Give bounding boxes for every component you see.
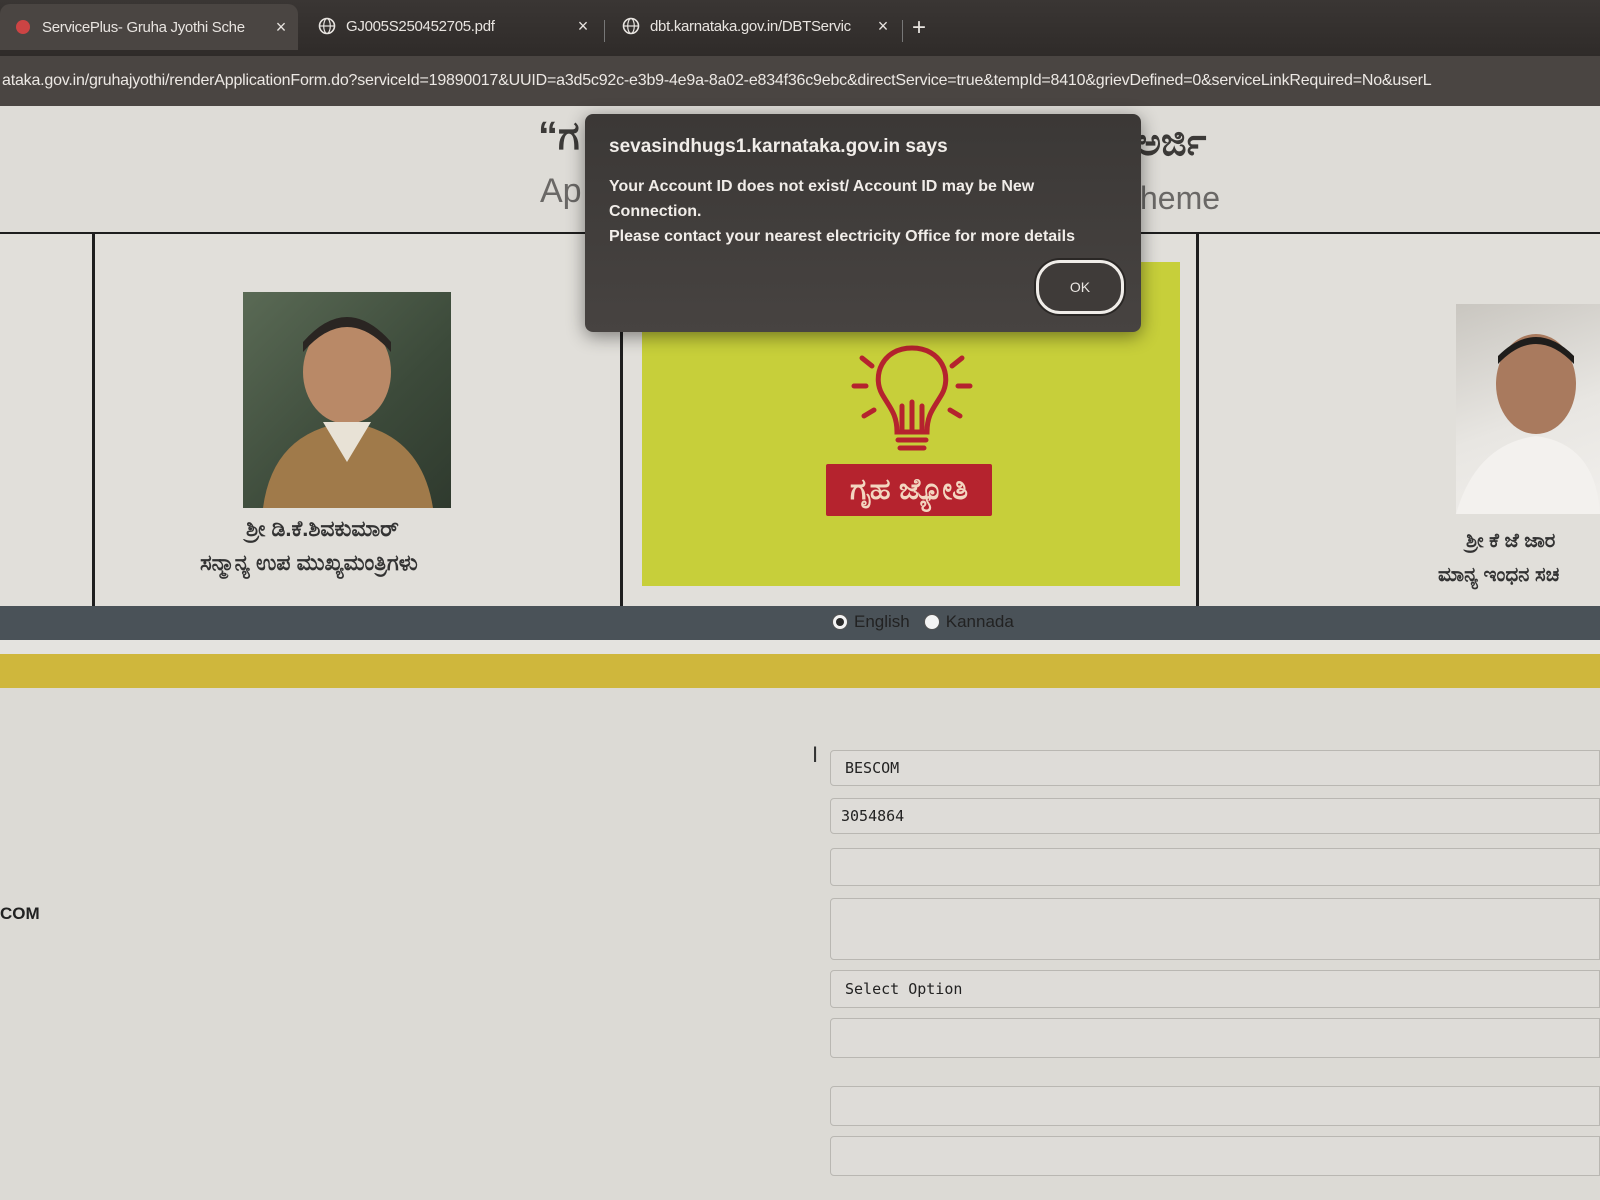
tab-pdf[interactable]: GJ005S250452705.pdf × [304,6,600,46]
ok-button[interactable]: OK [1036,260,1124,314]
tab-dbt[interactable]: dbt.karnataka.gov.in/DBTServic × [608,6,900,46]
radio-kannada-label: Kannada [945,612,1014,631]
escom-value: BESCOM [845,759,900,777]
minister-right-title: ಮಾನ್ಯ ಇಂಧನ ಸಚ [1438,564,1560,586]
new-tab-button[interactable]: + [912,14,926,42]
dialog-origin: sevasindhugs1.karnataka.gov.in says [609,136,948,157]
light-divider-band [0,640,1600,654]
minister-left-name: ಶ್ರೀ ಡಿ.ಕೆ.ಶಿವಕುಮಾರ್ [246,516,399,541]
minister-right-name: ಶ್ರೀ ಕೆ ಜೆ ಜಾರ [1466,530,1556,552]
empty-field-1[interactable] [830,848,1600,886]
empty-field-3[interactable] [830,1086,1600,1126]
text-cursor-icon: I [812,742,819,767]
url-text: ataka.gov.in/gruhajyothi/renderApplicati… [2,72,1432,89]
header-subtitle-fragment: Ap [540,172,582,210]
account-id-field[interactable]: 3054864 [830,798,1600,834]
select-dropdown[interactable]: Select Option [830,970,1600,1008]
empty-field-4[interactable] [830,1136,1600,1176]
tab-title: GJ005S250452705.pdf [346,17,495,35]
close-tab-icon[interactable]: × [878,16,889,37]
language-selector: English Kannada [832,612,1014,632]
dark-divider-band [0,606,1600,640]
radio-english[interactable] [832,614,848,630]
tab-separator [604,20,605,42]
header-title-fragment: “ಗ [538,114,580,158]
address-bar[interactable]: ataka.gov.in/gruhajyothi/renderApplicati… [0,56,1600,106]
empty-field-2[interactable] [830,1018,1600,1058]
dialog-message-line-2: Please contact your nearest electricity … [609,228,1075,245]
tab-title: dbt.karnataka.gov.in/DBTServic [650,17,851,35]
tab-title: ServicePlus- Gruha Jyothi Sche [42,18,245,36]
close-tab-icon[interactable]: × [578,16,589,37]
accent-band [0,654,1600,688]
select-placeholder: Select Option [845,980,963,998]
escom-side-label: COM [0,904,40,923]
escom-field[interactable]: BESCOM [830,750,1600,786]
globe-icon [622,17,640,35]
logo-label: ಗೃಹ ಜ್ಯೋತಿ [826,464,992,516]
minister-photo [243,292,451,508]
header-subtitle-fragment-right: heme [1140,180,1221,216]
radio-kannada[interactable] [923,614,940,630]
alert-dialog: sevasindhugs1.karnataka.gov.in says Your… [585,114,1141,332]
dialog-message: Your Account ID does not exist/ Account … [609,174,1114,249]
account-id-value: 3054864 [841,807,905,825]
minister-photo-right [1456,304,1600,514]
browser-tab-bar: ServicePlus- Gruha Jyothi Sche × GJ005S2… [0,0,1600,56]
tab-serviceplus[interactable]: ServicePlus- Gruha Jyothi Sche × [0,4,298,50]
lightbulb-icon [851,345,973,451]
text-area-field[interactable] [830,898,1600,960]
globe-icon [318,17,336,35]
minister-left-title: ಸನ್ಮಾನ್ಯ ಉಪ ಮುಖ್ಯಮಂತ್ರಿಗಳು [200,550,418,575]
header-title-kannada-fragment: ಅರ್ಜಿ [1136,122,1207,164]
tab-separator [902,20,903,42]
radio-english-label: English [854,612,910,631]
close-tab-icon[interactable]: × [276,17,287,38]
dialog-message-line-1: Your Account ID does not exist/ Account … [609,178,1035,220]
site-favicon-icon [14,18,32,36]
